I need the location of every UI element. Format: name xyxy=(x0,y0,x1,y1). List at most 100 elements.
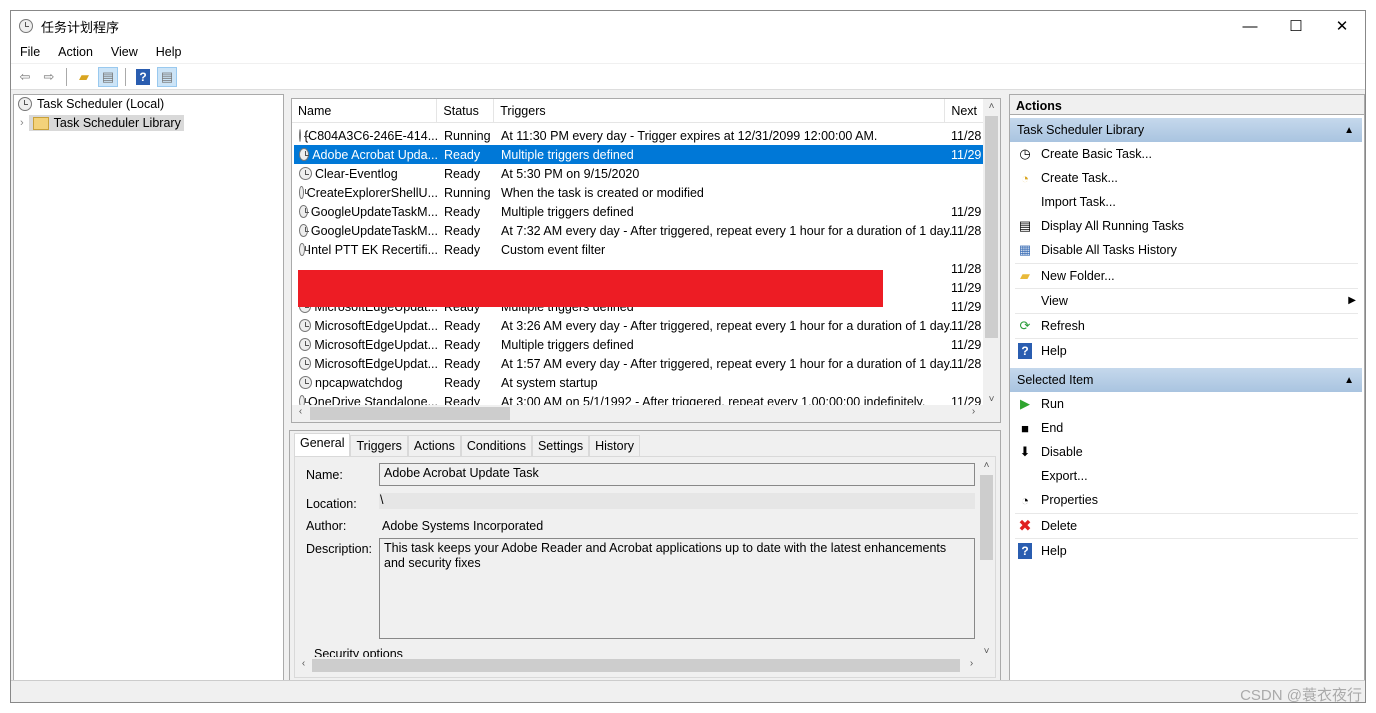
action-help[interactable]: ? Help xyxy=(1015,538,1358,562)
section-task-scheduler-library[interactable]: Task Scheduler Library ▲ xyxy=(1010,118,1362,142)
cell-next: 11/29 xyxy=(951,147,982,162)
vertical-scrollbar[interactable]: ˄ ˅ xyxy=(983,99,1000,407)
table-row[interactable]: {C804A3C6-246E-414... Running At 11:30 P… xyxy=(294,126,983,145)
scroll-thumb[interactable] xyxy=(312,659,960,672)
scroll-right-icon[interactable]: › xyxy=(965,406,982,417)
action-label: Run xyxy=(1041,397,1064,411)
action-end[interactable]: ■ End xyxy=(1015,416,1358,440)
action-import-task[interactable]: Import Task... xyxy=(1015,190,1358,214)
menu-help[interactable]: Help xyxy=(147,45,191,59)
table-row[interactable]: GoogleUpdateTaskM... Ready At 7:32 AM ev… xyxy=(294,221,983,240)
cell-next: 11/28 xyxy=(951,356,982,371)
menu-action[interactable]: Action xyxy=(49,45,102,59)
console-tree: Task Scheduler (Local) › Task Scheduler … xyxy=(13,94,284,681)
action-create-task[interactable]: ◔ Create Task... xyxy=(1015,166,1358,190)
cell-name: GoogleUpdateTaskM... xyxy=(294,205,438,219)
table-row[interactable]: npcapwatchdog Ready At system startup xyxy=(294,373,983,392)
section-selected-item[interactable]: Selected Item ▲ xyxy=(1010,368,1362,392)
details-vertical-scrollbar[interactable]: ˄ ˅ xyxy=(978,457,995,657)
scroll-down-icon[interactable]: ˅ xyxy=(978,646,995,657)
disable-icon: ⬇ xyxy=(1019,444,1031,459)
tab-settings[interactable]: Settings xyxy=(531,435,590,456)
action-display-all-running-tasks[interactable]: ▤ Display All Running Tasks xyxy=(1015,214,1358,238)
cell-name: CreateExplorerShellU... xyxy=(294,186,438,200)
create-basic-task-icon: ◷ xyxy=(1019,146,1031,161)
task-clock-icon xyxy=(299,167,312,180)
show-hide-console-tree-icon[interactable]: ▤ xyxy=(98,66,118,87)
run-icon: ▶ xyxy=(1020,396,1030,411)
action-create-basic-task[interactable]: ◷ Create Basic Task... xyxy=(1015,142,1358,166)
cell-status: Ready xyxy=(444,375,481,390)
table-row[interactable]: MicrosoftEdgeUpdat... Ready Multiple tri… xyxy=(294,335,983,354)
table-row[interactable]: Adobe Acrobat Upda... Ready Multiple tri… xyxy=(294,145,983,164)
blank-icon-slot xyxy=(1015,293,1035,309)
scroll-up-icon[interactable]: ˄ xyxy=(978,460,995,471)
task-name: Clear-Eventlog xyxy=(315,166,398,181)
scroll-right-icon[interactable]: › xyxy=(963,658,980,669)
task-clock-icon xyxy=(299,186,309,199)
tab-actions[interactable]: Actions xyxy=(407,435,461,456)
minimize-button[interactable]: — xyxy=(1227,11,1273,41)
task-name: MicrosoftEdgeUpdat... xyxy=(314,318,438,333)
tree-item-library[interactable]: › Task Scheduler Library xyxy=(20,115,184,131)
task-name: Adobe Acrobat Upda... xyxy=(312,147,438,162)
description-label: Description: xyxy=(306,542,372,556)
table-row[interactable]: MicrosoftEdgeUpdat... Ready At 3:26 AM e… xyxy=(294,316,983,335)
up-folder-icon[interactable]: ▰ xyxy=(74,67,94,87)
scroll-thumb[interactable] xyxy=(980,475,993,560)
action-export[interactable]: Export... xyxy=(1015,464,1358,488)
forward-arrow-icon[interactable]: ⇨ xyxy=(39,67,59,87)
details-horizontal-scrollbar[interactable]: ‹ › xyxy=(295,657,980,674)
scroll-thumb[interactable] xyxy=(310,407,510,420)
table-row[interactable]: CreateExplorerShellU... Running When the… xyxy=(294,183,983,202)
action-refresh[interactable]: ⟳ Refresh xyxy=(1015,313,1358,337)
action-label: Disable All Tasks History xyxy=(1041,243,1177,257)
action-disable[interactable]: ⬇ Disable xyxy=(1015,440,1358,464)
cell-next: 11/29 xyxy=(951,337,982,352)
show-hide-action-pane-icon[interactable]: ▤ xyxy=(157,66,177,87)
column-status[interactable]: Status xyxy=(437,99,495,122)
scroll-left-icon[interactable]: ‹ xyxy=(292,406,309,417)
action-help[interactable]: ? Help xyxy=(1015,338,1358,362)
menu-file[interactable]: File xyxy=(11,45,49,59)
tab-triggers[interactable]: Triggers xyxy=(350,435,408,456)
menu-view[interactable]: View xyxy=(102,45,147,59)
scroll-thumb[interactable] xyxy=(985,116,998,338)
action-disable-all-tasks-history[interactable]: ▦ Disable All Tasks History xyxy=(1015,238,1358,262)
display-running-tasks-icon: ▤ xyxy=(1018,218,1032,233)
table-row[interactable]: MicrosoftEdgeUpdat... Ready At 1:57 AM e… xyxy=(294,354,983,373)
action-view[interactable]: View ▶ xyxy=(1015,288,1358,312)
scroll-up-icon[interactable]: ˄ xyxy=(983,101,1000,112)
action-label: Import Task... xyxy=(1041,195,1116,209)
collapse-icon[interactable]: ▲ xyxy=(1344,375,1354,386)
collapse-icon[interactable]: ▲ xyxy=(1344,125,1354,136)
tab-general[interactable]: General xyxy=(294,433,351,456)
help-icon[interactable]: ? xyxy=(133,67,153,87)
column-next[interactable]: Next xyxy=(945,99,983,122)
cell-name: {C804A3C6-246E-414... xyxy=(294,129,438,143)
tab-conditions[interactable]: Conditions xyxy=(460,435,532,456)
name-field[interactable]: Adobe Acrobat Update Task xyxy=(379,463,975,486)
action-properties[interactable]: ◔ Properties xyxy=(1015,488,1358,512)
table-row[interactable]: Clear-Eventlog Ready At 5:30 PM on 9/15/… xyxy=(294,164,983,183)
tab-history[interactable]: History xyxy=(589,435,641,456)
maximize-button[interactable]: ☐ xyxy=(1273,11,1319,41)
scroll-left-icon[interactable]: ‹ xyxy=(295,658,312,669)
back-arrow-icon[interactable]: ⇦ xyxy=(15,67,35,87)
location-field[interactable]: \ xyxy=(379,493,975,509)
close-button[interactable]: ✕ xyxy=(1319,11,1365,41)
column-name[interactable]: Name xyxy=(292,99,438,122)
table-row[interactable]: GoogleUpdateTaskM... Ready Multiple trig… xyxy=(294,202,983,221)
horizontal-scrollbar[interactable]: ‹ › xyxy=(292,405,1000,422)
cell-trigger: Multiple triggers defined xyxy=(501,337,634,352)
scroll-down-icon[interactable]: ˅ xyxy=(983,394,1000,405)
action-new-folder[interactable]: ▰ New Folder... xyxy=(1015,263,1358,287)
task-name: GoogleUpdateTaskM... xyxy=(310,204,438,219)
description-field[interactable]: This task keeps your Adobe Reader and Ac… xyxy=(379,538,975,639)
tree-item-root[interactable]: Task Scheduler (Local) xyxy=(18,97,164,111)
chevron-right-icon[interactable]: › xyxy=(20,117,24,129)
action-run[interactable]: ▶ Run xyxy=(1015,392,1358,416)
table-row[interactable]: Intel PTT EK Recertifi... Ready Custom e… xyxy=(294,240,983,259)
action-delete[interactable]: ✖ Delete xyxy=(1015,513,1358,537)
column-triggers[interactable]: Triggers xyxy=(494,99,946,122)
